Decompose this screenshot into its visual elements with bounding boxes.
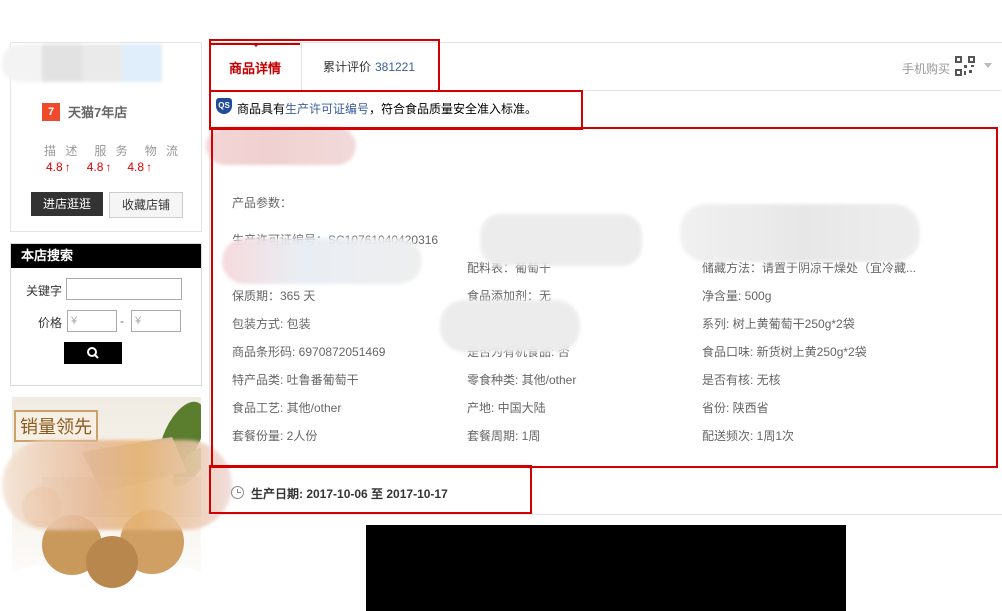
tmall-years: 7 天猫7年店: [42, 102, 127, 121]
chevron-down-icon[interactable]: [984, 63, 992, 68]
dsr-scores: 4.8 4.8 4.8: [46, 160, 152, 174]
price-min-input[interactable]: ¥: [67, 310, 117, 332]
dsr-label-service: 服 务: [94, 144, 131, 158]
price-label: 价格: [38, 316, 63, 330]
price-max-input[interactable]: ¥: [131, 310, 181, 332]
qr-code-icon[interactable]: [955, 56, 975, 76]
product-video[interactable]: [366, 525, 846, 611]
highlight-box-params: [211, 127, 998, 468]
pixelated-overlay: [2, 440, 232, 530]
dsr-labels: 描 述 服 务 物 流: [44, 142, 181, 159]
mobile-buy-link[interactable]: 手机购买: [902, 60, 950, 77]
dsr-label-description: 描 述: [44, 144, 81, 158]
tmall-badge-icon: 7: [42, 102, 60, 121]
highlight-box-qs: [209, 90, 583, 130]
store-search-button[interactable]: [64, 342, 122, 364]
highlight-box-tabs: [209, 39, 440, 92]
dsr-label-logistics: 物 流: [144, 144, 182, 158]
dsr-score-logistics: 4.8: [127, 160, 152, 174]
search-icon: [87, 347, 99, 359]
dsr-score-description: 4.8: [46, 160, 71, 174]
promo-tag: 销量领先: [14, 410, 98, 442]
keyword-label: 关键字: [26, 284, 63, 298]
enter-shop-button[interactable]: 进店逛逛: [31, 192, 103, 216]
store-search-title: 本店搜索: [11, 244, 201, 268]
highlight-box-date: [209, 465, 532, 514]
dsr-score-service: 4.8: [87, 160, 112, 174]
favorite-shop-button[interactable]: 收藏店铺: [109, 192, 183, 218]
keyword-input[interactable]: [66, 278, 182, 300]
shop-logo: [2, 44, 162, 82]
price-separator: -: [120, 314, 124, 328]
tmall-years-label: 天猫7年店: [68, 105, 128, 120]
